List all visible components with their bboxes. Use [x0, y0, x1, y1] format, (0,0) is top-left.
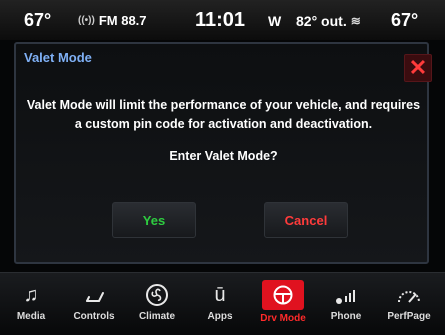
dock-item-perfpage[interactable]: PerfPage: [381, 273, 437, 335]
dock-item-controls[interactable]: Controls: [66, 273, 122, 335]
antenna-icon: ((•)): [78, 15, 95, 26]
dock-item-label: Media: [16, 311, 46, 322]
phone-icon: [333, 282, 359, 308]
outside-temperature: 82° out. ≋: [296, 13, 361, 29]
yes-button[interactable]: Yes: [112, 202, 196, 238]
dock-item-label: PerfPage: [387, 311, 431, 322]
outside-temperature-label: 82° out.: [296, 13, 347, 29]
driver-temperature[interactable]: 67°: [24, 10, 51, 31]
seat-icon: [83, 282, 105, 308]
dock-item-label: Climate: [138, 311, 176, 322]
valet-mode-dialog: Valet Mode ✕ Valet Mode will limit the p…: [14, 42, 432, 264]
seat-heat-icon[interactable]: ≋: [351, 14, 361, 28]
dialog-message: Valet Mode will limit the performance of…: [26, 98, 421, 131]
status-bar: 67° ((•)) FM 88.7 11:01 W 82° out. ≋ 67°: [0, 0, 445, 40]
music-note-icon: ♫: [23, 283, 39, 306]
dialog-question: Enter Valet Mode?: [169, 149, 278, 163]
clock: 11:01: [195, 9, 246, 31]
dock-item-media[interactable]: ♫ Media: [3, 273, 59, 335]
steering-wheel-icon: [262, 280, 304, 310]
fan-icon: [145, 282, 169, 308]
dock-item-label: Phone: [330, 311, 362, 322]
gauge-icon: [396, 282, 422, 308]
apps-icon: ū: [214, 283, 226, 306]
compass-heading: W: [268, 13, 282, 29]
dock-item-label: Apps: [207, 311, 233, 322]
dock-item-drv-mode[interactable]: Drv Mode: [255, 273, 311, 335]
dock-item-label: Drv Mode: [260, 313, 306, 324]
close-button[interactable]: ✕: [404, 54, 432, 82]
dock-item-apps[interactable]: ū Apps: [192, 273, 248, 335]
passenger-temperature[interactable]: 67°: [391, 10, 418, 31]
cancel-button[interactable]: Cancel: [264, 202, 348, 238]
dialog-title: Valet Mode: [24, 50, 92, 65]
dock-item-label: Controls: [73, 311, 115, 322]
radio-station-label: FM 88.7: [98, 13, 147, 28]
close-icon: ✕: [408, 55, 428, 80]
dock-item-climate[interactable]: Climate: [129, 273, 185, 335]
radio-station[interactable]: ((•)) FM 88.7: [78, 13, 147, 28]
dock-item-phone[interactable]: Phone: [318, 273, 374, 335]
bottom-dock: ♫ Media Controls Climate ū Apps Drv Mode…: [0, 272, 445, 335]
